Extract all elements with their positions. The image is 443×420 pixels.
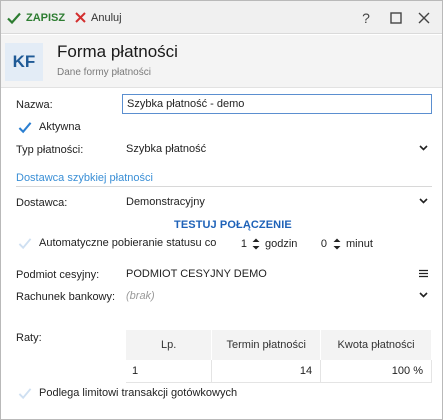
provider-section-title: Dostawca szybkiej płatności <box>16 172 153 184</box>
bank-account-select[interactable]: (brak) <box>122 286 432 306</box>
page-subtitle: Dane formy płatności <box>57 67 151 78</box>
checkbox-checked-icon <box>18 120 32 134</box>
save-label: ZAPISZ <box>26 11 66 24</box>
payment-type-select[interactable]: Szybka płatność <box>122 139 432 159</box>
column-header[interactable]: Termin płatności <box>211 330 322 360</box>
close-icon <box>75 12 86 23</box>
column-header[interactable]: Lp. <box>126 330 213 360</box>
hours-label: godzin <box>265 238 298 250</box>
provider-label: Dostawca: <box>16 197 68 209</box>
row-term-cell[interactable]: 14 <box>211 360 322 383</box>
checkmark-icon <box>7 12 21 24</box>
name-input-value: Szybka płatność - demo <box>127 98 245 110</box>
chevron-down-icon <box>419 198 428 204</box>
section-divider <box>16 186 432 187</box>
checkbox-unchecked-icon <box>18 386 32 400</box>
close-window-icon <box>418 12 430 23</box>
payment-type-label: Typ płatności: <box>16 144 84 156</box>
page-title: Forma płatności <box>57 42 178 61</box>
row-lp-cell[interactable]: 1 <box>126 360 213 383</box>
active-label: Aktywna <box>39 121 81 133</box>
cancel-label: Anuluj <box>91 11 122 24</box>
payment-type-value: Szybka płatność <box>126 143 207 155</box>
test-connection-button[interactable]: TESTUJ POŁĄCZENIE <box>174 219 292 231</box>
hours-spinner-icon[interactable] <box>252 237 260 251</box>
close-window-button[interactable] <box>411 1 437 34</box>
column-header[interactable]: Kwota płatności <box>320 330 432 360</box>
active-checkbox[interactable]: Aktywna <box>18 120 81 134</box>
chevron-down-icon <box>419 145 428 151</box>
form-header: KF Forma płatności Dane formy płatności <box>1 35 442 88</box>
assignee-select[interactable]: PODMIOT CESYJNY DEMO <box>122 264 432 284</box>
form-logo: KF <box>5 43 43 81</box>
minutes-value[interactable]: 0 <box>313 238 327 250</box>
provider-value: Demonstracyjny <box>126 196 205 208</box>
save-button[interactable]: ZAPISZ <box>7 1 65 34</box>
maximize-button[interactable] <box>383 1 409 34</box>
assignee-label: Podmiot cesyjny: <box>16 269 100 281</box>
help-icon: ? <box>362 9 370 26</box>
cash-limit-checkbox[interactable]: Podlega limitowi transakcji gotówkowych <box>18 386 237 400</box>
cash-limit-label: Podlega limitowi transakcji gotówkowych <box>39 387 238 399</box>
auto-status-label: Automatyczne pobieranie statusu co <box>39 237 217 249</box>
assignee-value: PODMIOT CESYJNY DEMO <box>126 268 267 280</box>
bank-account-placeholder: (brak) <box>126 290 155 302</box>
provider-select[interactable]: Demonstracyjny <box>122 192 432 212</box>
name-input[interactable]: Szybka płatność - demo <box>122 94 432 114</box>
installments-label: Raty: <box>16 332 42 344</box>
row-amount-cell[interactable]: 100 % <box>320 360 432 383</box>
cancel-button[interactable]: Anuluj <box>75 1 122 34</box>
table-row[interactable]: 1 14 100 % <box>126 360 432 383</box>
hours-value[interactable]: 1 <box>233 238 247 250</box>
table-header-row: Lp. Termin płatności Kwota płatności <box>126 330 432 360</box>
minutes-spinner-icon[interactable] <box>333 237 341 251</box>
list-icon[interactable] <box>419 269 428 278</box>
installments-table: Lp. Termin płatności Kwota płatności 1 1… <box>126 330 432 383</box>
payment-form-window: ZAPISZ Anuluj ? KF Forma płatności Dane … <box>0 0 443 420</box>
maximize-icon <box>390 11 402 24</box>
minutes-label: minut <box>346 238 373 250</box>
name-label: Nazwa: <box>16 99 53 111</box>
help-button[interactable]: ? <box>353 1 379 34</box>
chevron-down-icon <box>419 292 428 298</box>
auto-status-checkbox[interactable]: Automatyczne pobieranie statusu co <box>18 236 216 250</box>
bank-account-label: Rachunek bankowy: <box>16 291 116 303</box>
checkbox-unchecked-icon <box>18 236 32 250</box>
toolbar: ZAPISZ Anuluj ? <box>1 1 442 34</box>
